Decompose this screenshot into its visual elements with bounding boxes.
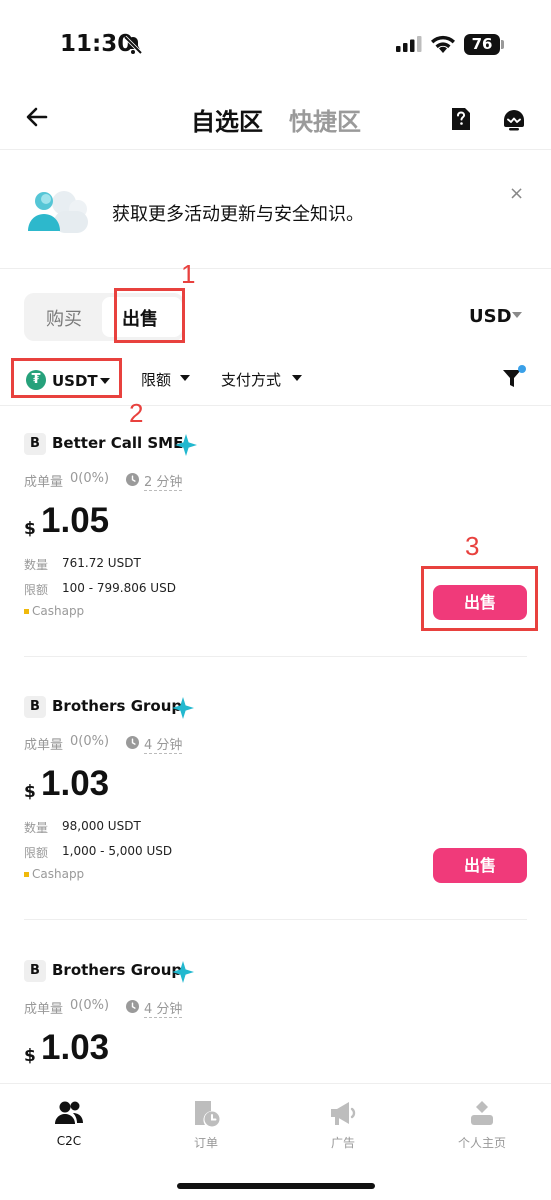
merchant-avatar[interactable]: B — [24, 960, 46, 982]
divider — [24, 919, 527, 920]
help-document-icon[interactable] — [448, 106, 474, 132]
community-illustration-icon — [28, 191, 88, 233]
chevron-down-icon[interactable] — [512, 312, 522, 318]
nav-profile-label: 个人主页 — [457, 1136, 506, 1150]
profile-icon — [471, 1101, 493, 1125]
top-header: 自选区 快捷区 — [0, 90, 551, 150]
wifi-icon — [431, 35, 455, 53]
release-time: 2 分钟 — [144, 471, 183, 491]
status-bar: 11:30 76 — [0, 0, 551, 90]
users-icon — [55, 1101, 83, 1124]
release-time: 4 分钟 — [144, 734, 183, 754]
limit-value: 100 - 799.806 USD — [62, 581, 176, 595]
orders-value: 0(0%) — [70, 998, 110, 1013]
fiat-currency-select[interactable]: USD — [469, 306, 512, 327]
price: 1.05 — [41, 501, 110, 540]
megaphone-icon — [331, 1102, 356, 1125]
verified-merchant-icon — [172, 961, 194, 983]
nav-ads[interactable]: 广告 — [298, 1098, 388, 1158]
orders-label: 成单量 — [24, 738, 64, 753]
nav-ads-label: 广告 — [330, 1136, 355, 1150]
payment-indicator — [24, 872, 29, 877]
tab-quick[interactable]: 快捷区 — [289, 102, 361, 137]
price: 1.03 — [41, 1028, 110, 1067]
merchant-name[interactable]: Better Call SME — [52, 434, 183, 452]
news-banner[interactable]: 获取更多活动更新与安全知识。 × — [0, 151, 551, 269]
merchant-avatar[interactable]: B — [24, 696, 46, 718]
merchant-name[interactable]: Brothers Group — [52, 961, 182, 979]
annotation-number-3: 3 — [465, 531, 480, 561]
quantity-label: 数量 — [24, 821, 49, 835]
release-time: 4 分钟 — [144, 998, 183, 1018]
price-currency-symbol: $ — [24, 1046, 36, 1066]
quantity-value: 761.72 USDT — [62, 556, 141, 570]
divider — [24, 656, 527, 657]
limit-filter[interactable]: 限额 — [141, 369, 171, 390]
clock-icon — [126, 736, 139, 749]
limit-value: 1,000 - 5,000 USD — [62, 844, 173, 858]
filter-funnel-icon[interactable] — [501, 365, 527, 391]
chevron-down-icon[interactable] — [292, 375, 302, 381]
merchant-name[interactable]: Brothers Group — [52, 697, 182, 715]
listing-card: B Brothers Group 成单量 0(0%) 4 分钟 $ 1.03 数… — [24, 696, 527, 939]
nav-orders-label: 订单 — [193, 1136, 218, 1150]
quantity-label: 数量 — [24, 558, 49, 572]
annotation-box-3 — [421, 566, 538, 631]
banner-text: 获取更多活动更新与安全知识。 — [112, 204, 364, 225]
listing-card: B Brothers Group 成单量 0(0%) 4 分钟 $ 1.03 — [24, 960, 527, 1083]
annotation-number-2: 2 — [129, 398, 144, 428]
payment-indicator — [24, 609, 29, 614]
nav-c2c[interactable]: C2C — [24, 1098, 114, 1158]
tab-favorites[interactable]: 自选区 — [191, 102, 263, 137]
orders-value: 0(0%) — [70, 734, 110, 749]
annotation-box-1 — [114, 288, 185, 343]
back-arrow-icon[interactable] — [22, 102, 52, 132]
nav-profile[interactable]: 个人主页 — [437, 1098, 527, 1158]
payment-method: Cashapp — [32, 604, 85, 618]
customer-service-icon[interactable] — [501, 106, 527, 132]
chevron-down-icon[interactable] — [180, 375, 190, 381]
nav-c2c-label: C2C — [56, 1134, 82, 1148]
merchant-avatar[interactable]: B — [24, 433, 46, 455]
verified-merchant-icon — [175, 434, 197, 456]
quantity-value: 98,000 USDT — [62, 819, 141, 833]
annotation-number-1: 1 — [181, 259, 196, 289]
orders-label: 成单量 — [24, 1002, 64, 1017]
price: 1.03 — [41, 764, 110, 803]
orders-value: 0(0%) — [70, 471, 110, 486]
payment-method-filter[interactable]: 支付方式 — [221, 369, 281, 390]
bell-muted-icon — [123, 35, 143, 55]
battery-indicator: 76 — [464, 34, 500, 55]
buy-tab[interactable]: 购买 — [46, 305, 82, 331]
clock-icon — [126, 1000, 139, 1013]
listing-card: B Better Call SME 成单量 0(0%) 2 分钟 $ 1.05 … — [24, 433, 527, 676]
orders-label: 成单量 — [24, 475, 64, 490]
home-indicator — [177, 1183, 375, 1189]
nav-orders[interactable]: 订单 — [161, 1098, 251, 1158]
clock-icon — [126, 473, 139, 486]
price-currency-symbol: $ — [24, 782, 36, 802]
signal-icon — [396, 36, 422, 52]
price-currency-symbol: $ — [24, 519, 36, 539]
battery-tip — [501, 40, 504, 49]
annotation-box-2 — [11, 358, 122, 398]
verified-merchant-icon — [172, 697, 194, 719]
payment-method: Cashapp — [32, 867, 85, 881]
orders-icon — [195, 1101, 220, 1127]
sell-button[interactable]: 出售 — [433, 848, 527, 883]
limit-label: 限额 — [24, 846, 49, 860]
banner-close-button[interactable]: × — [509, 185, 524, 203]
limit-label: 限额 — [24, 583, 49, 597]
